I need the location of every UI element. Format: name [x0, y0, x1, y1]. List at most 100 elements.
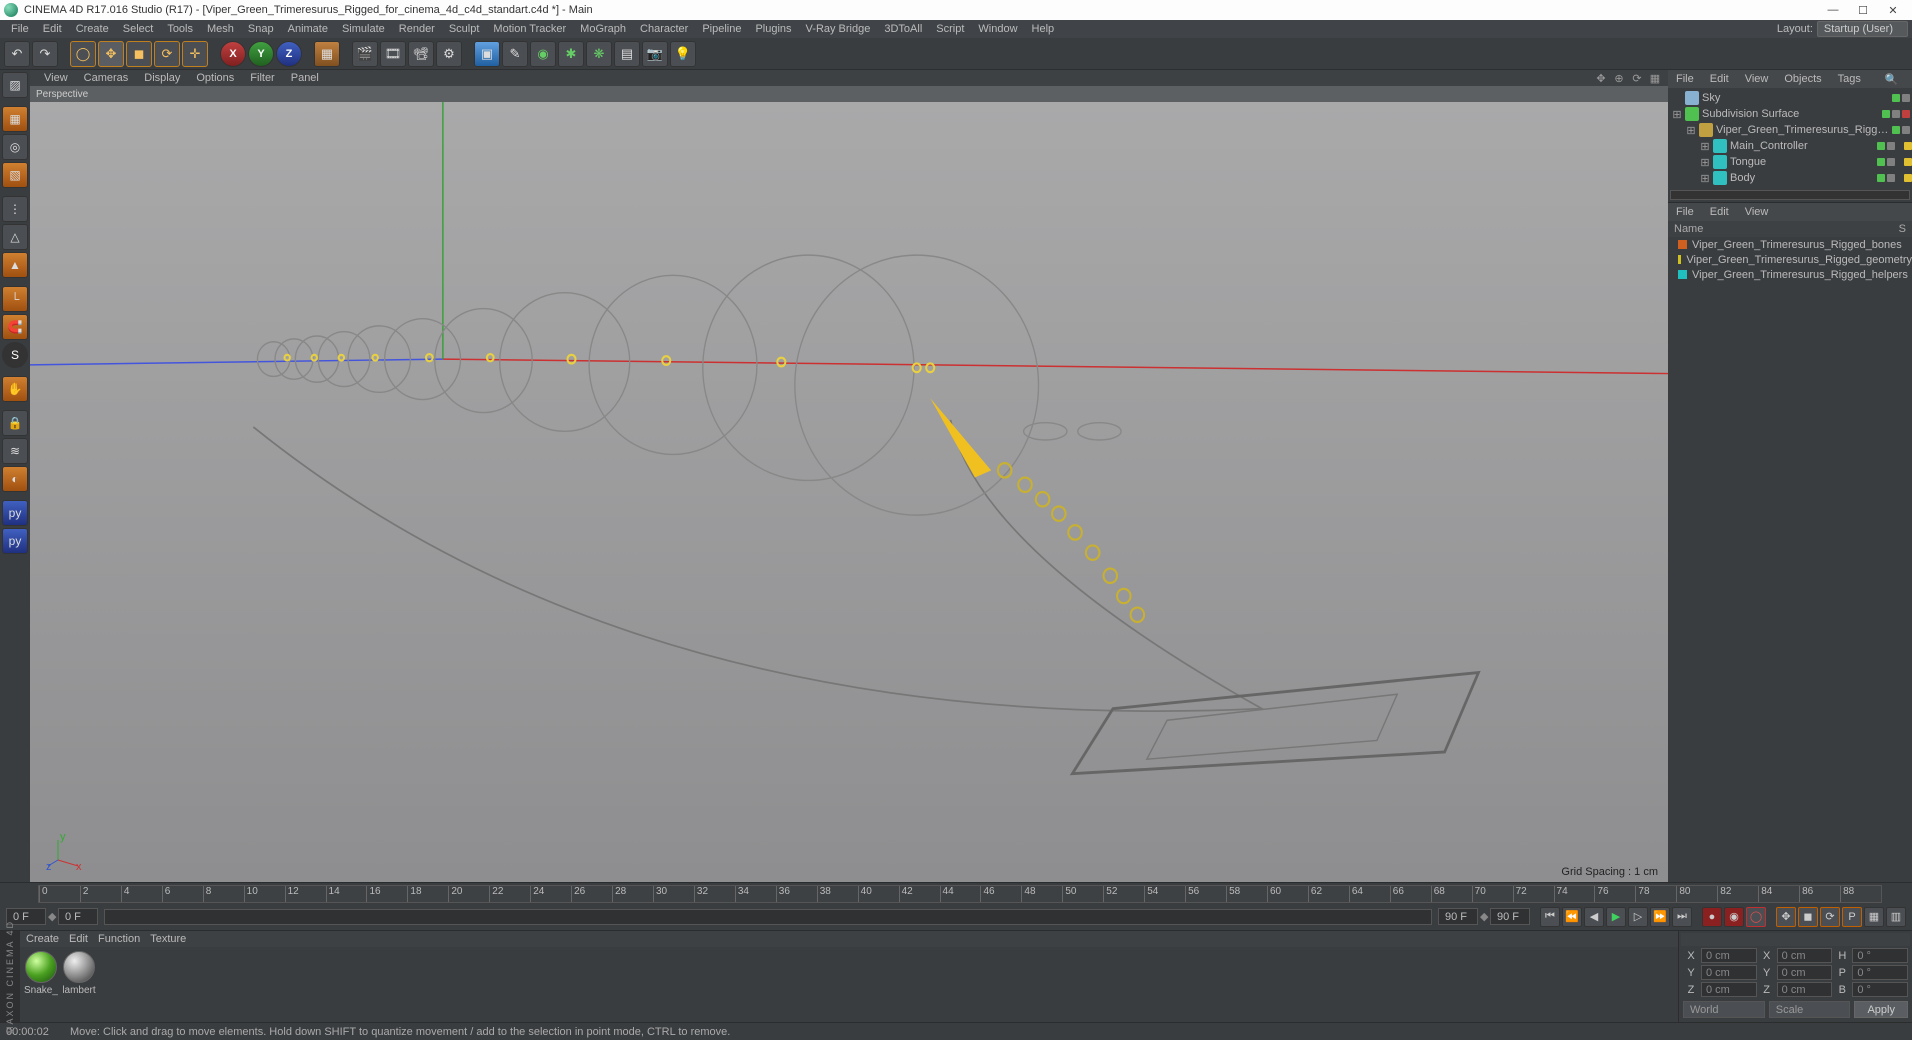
layer-row[interactable]: Viper_Green_Trimeresurus_Rigged_geometry [1668, 252, 1912, 267]
object-scrollbar[interactable] [1670, 190, 1910, 200]
timeline-range-slider[interactable] [104, 909, 1432, 925]
layer-tab-view[interactable]: View [1741, 206, 1773, 218]
menu-simulate[interactable]: Simulate [335, 23, 392, 35]
material-snake_g[interactable]: Snake_G [24, 951, 58, 996]
tree-item-body[interactable]: ⊞Body [1668, 170, 1912, 186]
camera-button[interactable]: 📷 [642, 41, 668, 67]
menu-mesh[interactable]: Mesh [200, 23, 241, 35]
vp-menu-view[interactable]: View [36, 72, 76, 84]
visibility-dot[interactable] [1887, 142, 1895, 150]
scale-tool-button[interactable]: ◼ [126, 41, 152, 67]
menu-mograph[interactable]: MoGraph [573, 23, 633, 35]
render-settings-button[interactable]: ⚙ [436, 41, 462, 67]
visibility-dot[interactable] [1882, 110, 1890, 118]
array-button[interactable]: ✱ [558, 41, 584, 67]
obj-tab-objects[interactable]: Objects [1780, 73, 1825, 85]
light-button[interactable]: 💡 [670, 41, 696, 67]
coord-field[interactable]: 0 ° [1852, 982, 1908, 997]
menu-v-ray-bridge[interactable]: V-Ray Bridge [799, 23, 878, 35]
coord-system-button[interactable]: ▦ [314, 41, 340, 67]
layer-row[interactable]: Viper_Green_Trimeresurus_Rigged_bones [1668, 237, 1912, 252]
subdiv-button[interactable]: ◉ [530, 41, 556, 67]
key-param-button[interactable]: P [1842, 907, 1862, 927]
menu-file[interactable]: File [4, 23, 36, 35]
next-key-button[interactable]: ⏩ [1650, 907, 1670, 927]
menu-animate[interactable]: Animate [281, 23, 335, 35]
viewport-3d[interactable]: yxz Grid Spacing : 1 cm [30, 102, 1668, 882]
vp-menu-cameras[interactable]: Cameras [76, 72, 137, 84]
vp-layout-icon[interactable]: ▦ [1648, 71, 1662, 85]
enable-snap-button[interactable]: 🧲 [2, 314, 28, 340]
coord-field[interactable]: 0 cm [1701, 948, 1757, 963]
viewport-solo-button[interactable]: 🔒 [2, 410, 28, 436]
menu-render[interactable]: Render [392, 23, 442, 35]
axis-x-button[interactable]: X [220, 41, 246, 67]
tree-item-subdivision-surface[interactable]: ⊞Subdivision Surface [1668, 106, 1912, 122]
tag-icon[interactable] [1904, 142, 1912, 150]
points-mode-button[interactable]: ⋮ [2, 196, 28, 222]
key-pla-button[interactable]: ▦ [1864, 907, 1884, 927]
visibility-dot[interactable] [1902, 94, 1910, 102]
layout-dropdown[interactable]: Startup (User) [1817, 21, 1908, 37]
pen-tool-button[interactable]: ✎ [502, 41, 528, 67]
layer-color-swatch[interactable] [1678, 240, 1687, 249]
minimize-button[interactable]: — [1826, 4, 1840, 17]
redo-button[interactable]: ↷ [32, 41, 58, 67]
visibility-dot[interactable] [1877, 142, 1885, 150]
soft-select-button[interactable]: S [2, 342, 28, 368]
render-view-button[interactable]: 🎬 [352, 41, 378, 67]
obj-tab-edit[interactable]: Edit [1706, 73, 1733, 85]
menu-snap[interactable]: Snap [241, 23, 281, 35]
tree-item-tongue[interactable]: ⊞Tongue [1668, 154, 1912, 170]
coord-apply-button[interactable]: Apply [1854, 1001, 1908, 1018]
vp-menu-panel[interactable]: Panel [283, 72, 327, 84]
axis-center-button[interactable]: └ [2, 286, 28, 312]
key-rot-button[interactable]: ⟳ [1820, 907, 1840, 927]
obj-tab-view[interactable]: View [1741, 73, 1773, 85]
vp-rotate-icon[interactable]: ⟳ [1630, 71, 1644, 85]
move-tool-button[interactable]: ✥ [98, 41, 124, 67]
tree-item-main-controller[interactable]: ⊞Main_Controller [1668, 138, 1912, 154]
layer-color-swatch[interactable] [1678, 255, 1681, 264]
tag-icon[interactable] [1904, 158, 1912, 166]
menu-create[interactable]: Create [69, 23, 116, 35]
deformer-button[interactable]: ❋ [586, 41, 612, 67]
key-pos-button[interactable]: ✥ [1776, 907, 1796, 927]
menu-motion-tracker[interactable]: Motion Tracker [486, 23, 573, 35]
obj-tab-file[interactable]: File [1672, 73, 1698, 85]
coord-field[interactable]: 0 cm [1777, 965, 1833, 980]
coord-field[interactable]: 0 cm [1777, 948, 1833, 963]
vp-menu-options[interactable]: Options [188, 72, 242, 84]
key-opts-button[interactable]: ▥ [1886, 907, 1906, 927]
render-region-button[interactable]: 🎞 [380, 41, 406, 67]
vp-zoom-icon[interactable]: ⊕ [1612, 71, 1626, 85]
coord-scale-dropdown[interactable]: Scale [1769, 1001, 1851, 1018]
isolate-button[interactable]: ≋ [2, 438, 28, 464]
obj-tab-tags[interactable]: Tags [1834, 73, 1865, 85]
floor-button[interactable]: ▤ [614, 41, 640, 67]
obj-search-icon[interactable]: 🔍 [1881, 73, 1903, 86]
visibility-dot[interactable] [1887, 158, 1895, 166]
visibility-dot[interactable] [1877, 158, 1885, 166]
visibility-dot[interactable] [1902, 126, 1910, 134]
menu-window[interactable]: Window [971, 23, 1024, 35]
menu-plugins[interactable]: Plugins [748, 23, 798, 35]
layer-tab-file[interactable]: File [1672, 206, 1698, 218]
coord-world-dropdown[interactable]: World [1683, 1001, 1765, 1018]
layer-tab-edit[interactable]: Edit [1706, 206, 1733, 218]
prev-key-button[interactable]: ⏪ [1562, 907, 1582, 927]
expand-icon[interactable]: ⊞ [1686, 124, 1696, 137]
timeline-end-a-field[interactable]: 90 F [1438, 908, 1478, 925]
make-editable-button[interactable]: ▨ [2, 72, 28, 98]
undo-button[interactable]: ↶ [4, 41, 30, 67]
menu-tools[interactable]: Tools [160, 23, 200, 35]
close-button[interactable]: ✕ [1886, 4, 1900, 17]
tree-item-viper-green-trimeresurus-rigged[interactable]: ⊞Viper_Green_Trimeresurus_Rigged [1668, 122, 1912, 138]
keyframe-sel-button[interactable]: ◯ [1746, 907, 1766, 927]
play-button[interactable]: ▶ [1606, 907, 1626, 927]
texture-mode-button[interactable]: ◎ [2, 134, 28, 160]
visibility-dot[interactable] [1892, 94, 1900, 102]
coord-field[interactable]: 0 ° [1852, 948, 1908, 963]
material-lambert[interactable]: lambert [62, 951, 96, 996]
visibility-dot[interactable] [1877, 174, 1885, 182]
